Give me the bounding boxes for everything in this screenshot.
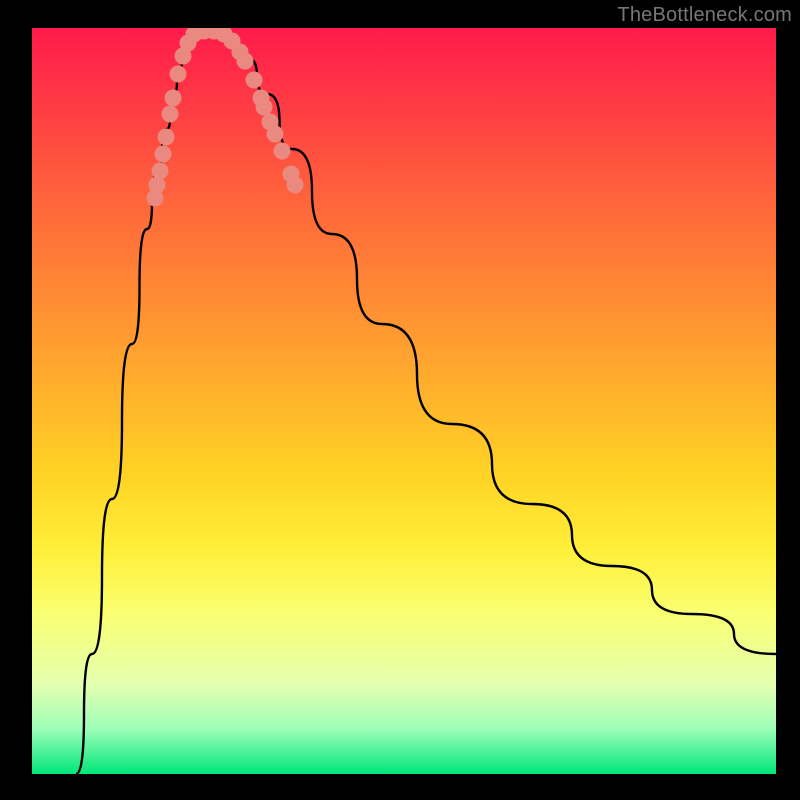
data-marker	[274, 143, 291, 160]
data-marker	[246, 72, 263, 89]
data-marker	[155, 146, 172, 163]
data-marker	[158, 129, 175, 146]
data-marker	[149, 177, 166, 194]
data-marker	[152, 163, 169, 180]
curve-left	[76, 32, 197, 774]
watermark-text: TheBottleneck.com	[617, 4, 792, 27]
data-marker	[287, 177, 304, 194]
data-marker	[256, 99, 273, 116]
data-marker	[162, 106, 179, 123]
plot-area	[32, 28, 776, 774]
data-marker	[237, 53, 254, 70]
curve-right	[222, 32, 776, 654]
chart-overlay	[32, 28, 776, 774]
data-marker	[267, 126, 284, 143]
chart-frame: TheBottleneck.com	[0, 0, 800, 800]
data-marker	[170, 66, 187, 83]
data-marker	[165, 90, 182, 107]
